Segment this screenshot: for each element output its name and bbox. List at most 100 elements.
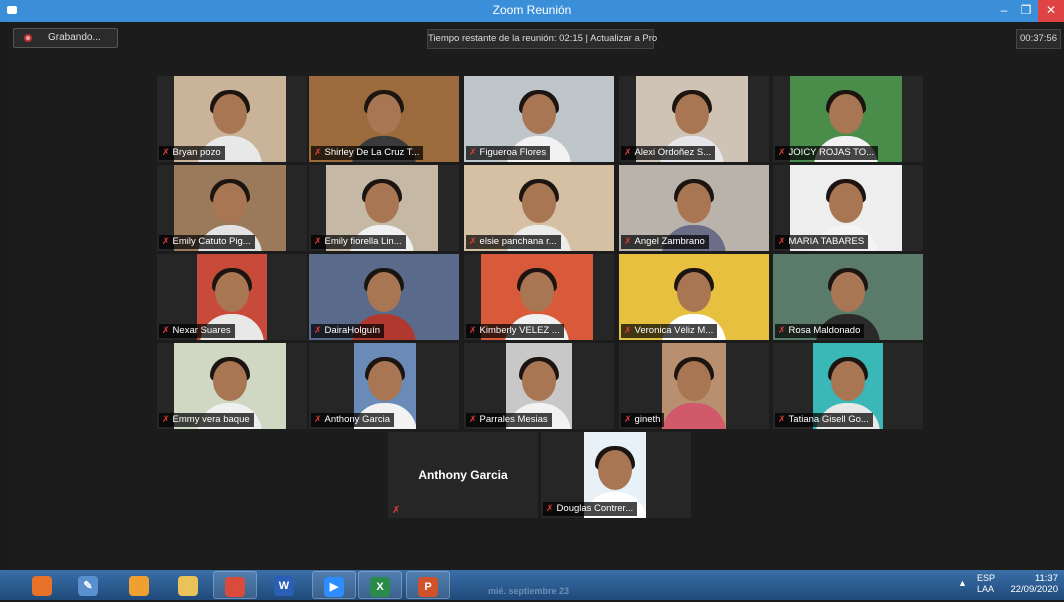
paint-icon: ✎: [78, 576, 98, 596]
taskbar-app-powerpoint[interactable]: P: [406, 571, 450, 599]
participant-tile[interactable]: ✗ Rosa Maldonado: [773, 254, 923, 340]
participant-tile[interactable]: Anthony Garcia ✗: [388, 432, 538, 518]
firefox-icon: [32, 576, 52, 596]
time-remaining-banner[interactable]: Tiempo restante de la reunión: 02:15 | A…: [427, 29, 657, 49]
participant-name: Emmy vera baque: [172, 414, 250, 425]
participant-name: Parrales Mesias: [479, 414, 548, 425]
participant-face: [367, 272, 401, 312]
taskbar-app-excel[interactable]: X: [358, 571, 402, 599]
participant-tile[interactable]: ✗ MARIA TABARES: [773, 165, 923, 251]
participant-name: Bryan pozo: [172, 147, 221, 158]
participant-nameplate: ✗ Figueroa Flores: [466, 146, 551, 160]
mic-muted-icon: ✗: [314, 325, 322, 335]
mic-muted-icon: ✗: [624, 414, 632, 424]
participant-tile[interactable]: ✗ Angel Zambrano: [619, 165, 769, 251]
participant-face: [831, 272, 865, 312]
mic-muted-icon: ✗: [469, 147, 477, 157]
participant-name-placeholder: Anthony Garcia: [418, 468, 508, 482]
excel-icon: X: [370, 577, 390, 597]
participant-tile[interactable]: ✗ Alexi Ordoñez S...: [619, 76, 769, 162]
mic-muted-icon: ✗: [469, 414, 477, 424]
participant-name: DairaHolguín: [324, 325, 380, 336]
participant-face: [365, 183, 399, 223]
maximize-button[interactable]: ❐: [1014, 0, 1038, 22]
participant-nameplate: ✗ MARIA TABARES: [775, 235, 869, 249]
participant-face: [520, 272, 554, 312]
participant-tile[interactable]: ✗ Anthony Garcia: [309, 343, 459, 429]
explorer-icon: [178, 576, 198, 596]
participant-tile[interactable]: ✗ Bryan pozo: [157, 76, 307, 162]
taskbar-app-explorer[interactable]: [166, 571, 210, 599]
taskbar-app-word[interactable]: W: [262, 571, 306, 599]
mic-muted-icon: ✗: [624, 236, 632, 246]
participant-tile[interactable]: ✗ JOICY ROJAS TO...: [773, 76, 923, 162]
mic-muted-icon: ✗: [314, 147, 322, 157]
participant-tile[interactable]: ✗ Douglas Contrer...: [541, 432, 691, 518]
minimize-button[interactable]: –: [992, 0, 1016, 22]
mic-muted-icon: ✗: [546, 503, 554, 513]
participant-nameplate: ✗ Kimberly VELEZ ...: [466, 324, 564, 338]
participant-face: [213, 94, 247, 134]
browser-icon: [129, 576, 149, 596]
taskbar-app-firefox[interactable]: [20, 571, 64, 599]
participant-tile[interactable]: ✗ Emily fiorella Lin...: [309, 165, 459, 251]
taskbar-app-paint[interactable]: ✎: [66, 571, 110, 599]
participant-tile[interactable]: ✗ Veronica Véliz M...: [619, 254, 769, 340]
language-indicator[interactable]: ESP LAA: [977, 573, 995, 595]
participant-face: [522, 361, 556, 401]
participant-nameplate: ✗ Veronica Véliz M...: [621, 324, 718, 338]
participant-name: Alexi Ordoñez S...: [634, 147, 712, 158]
mic-muted-icon: ✗: [162, 325, 170, 335]
language-code: ESP: [977, 573, 996, 583]
clock-time: 11:37: [1034, 573, 1058, 584]
participant-face: [677, 361, 711, 401]
taskbar-app-zoom[interactable]: ▶: [312, 571, 356, 599]
participant-name: JOICY ROJAS TO...: [788, 147, 875, 158]
taskbar-app-chrome[interactable]: [213, 571, 257, 599]
mic-muted-icon: ✗: [162, 147, 170, 157]
participant-name: Angel Zambrano: [634, 236, 705, 247]
tray-expand-icon[interactable]: ▲: [958, 578, 967, 588]
participant-nameplate: ✗ Parrales Mesias: [466, 413, 552, 427]
elapsed-timer: 00:37:56: [1016, 29, 1061, 49]
participant-face: [831, 361, 865, 401]
mic-muted-icon: ✗: [314, 414, 322, 424]
participant-nameplate: ✗ Emmy vera baque: [159, 413, 254, 427]
participant-face: [598, 450, 632, 490]
participant-nameplate: ✗ Bryan pozo: [159, 146, 225, 160]
mic-muted-icon: ✗: [162, 236, 170, 246]
participant-face: [677, 183, 711, 223]
mic-muted-icon: ✗: [162, 414, 170, 424]
participant-face: [829, 94, 863, 134]
recording-label: Grabando...: [48, 32, 101, 43]
participant-nameplate: ✗ Douglas Contrer...: [543, 502, 638, 516]
participant-nameplate: ✗ elsie panchana r...: [466, 235, 561, 249]
participant-tile[interactable]: ✗ Emily Catuto Pig...: [157, 165, 307, 251]
participant-tile[interactable]: ✗ gineth: [619, 343, 769, 429]
system-clock[interactable]: 11:37 22/09/2020: [1004, 573, 1058, 595]
participant-tile[interactable]: ✗ Shirley De La Cruz T...: [309, 76, 459, 162]
participant-tile[interactable]: ✗ Tatiana Gisell Go...: [773, 343, 923, 429]
participant-face: [213, 361, 247, 401]
participant-tile[interactable]: ✗ Emmy vera baque: [157, 343, 307, 429]
participant-name: MARIA TABARES: [788, 236, 865, 247]
recording-indicator[interactable]: Grabando...: [13, 28, 118, 48]
participant-nameplate: ✗ DairaHolguín: [311, 324, 384, 338]
participant-tile[interactable]: ✗ elsie panchana r...: [464, 165, 614, 251]
close-button[interactable]: ✕: [1038, 0, 1064, 22]
participant-tile[interactable]: ✗ Kimberly VELEZ ...: [464, 254, 614, 340]
participant-nameplate: ✗ JOICY ROJAS TO...: [775, 146, 879, 160]
taskbar-app-browser[interactable]: [117, 571, 161, 599]
chrome-icon: [225, 577, 245, 597]
participant-tile[interactable]: ✗ Figueroa Flores: [464, 76, 614, 162]
mic-muted-icon: ✗: [392, 505, 401, 516]
participant-nameplate: ✗ Angel Zambrano: [621, 235, 709, 249]
participant-tile[interactable]: ✗ Nexar Suares: [157, 254, 307, 340]
powerpoint-icon: P: [418, 577, 438, 597]
participant-name: Douglas Contrer...: [556, 503, 634, 514]
participant-tile[interactable]: ✗ Parrales Mesias: [464, 343, 614, 429]
title-bar: Zoom Reunión – ❐ ✕: [0, 0, 1064, 22]
participant-tile[interactable]: ✗ DairaHolguín: [309, 254, 459, 340]
participant-face: [368, 361, 402, 401]
participant-nameplate: ✗ Emily fiorella Lin...: [311, 235, 406, 249]
